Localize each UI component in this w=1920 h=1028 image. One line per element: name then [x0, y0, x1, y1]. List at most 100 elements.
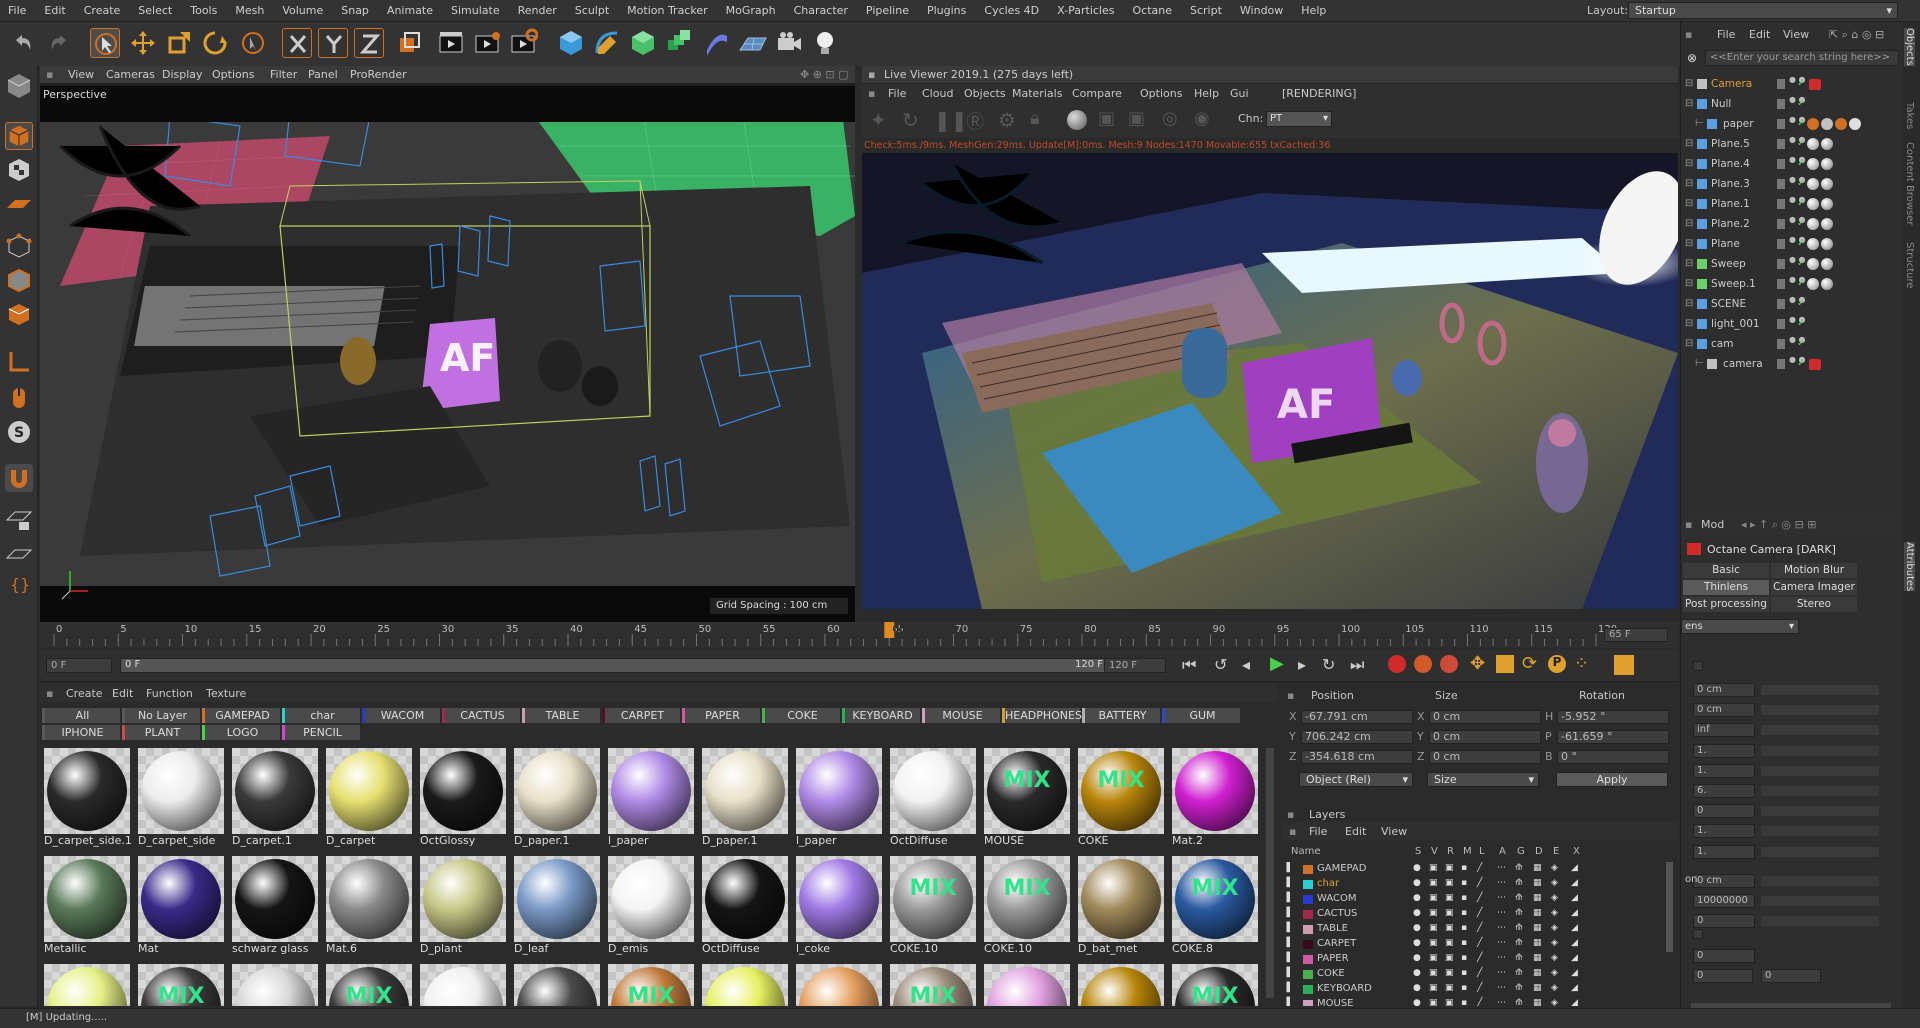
- tab-stereo[interactable]: Stereo: [1771, 597, 1857, 612]
- perspective-viewport[interactable]: ▪ View Cameras Display Options Filter Panel Pro…: [40, 66, 855, 622]
- layer-toggle-l-icon[interactable]: ╱: [1477, 908, 1482, 918]
- object-layer-icon[interactable]: [1777, 279, 1785, 289]
- object-row[interactable]: ⊢ camera ● ● ✓: [1681, 356, 1903, 375]
- next-frame-icon[interactable]: ▸: [1298, 655, 1306, 674]
- attribute-field[interactable]: 0 cm: [1693, 703, 1755, 717]
- layer-toggle-x-icon[interactable]: ◢: [1571, 968, 1578, 978]
- material-swatch[interactable]: MIX COKE.10: [982, 854, 1072, 960]
- layer-toggle-s-icon[interactable]: ●: [1413, 878, 1421, 888]
- material-swatch[interactable]: D_paper.1: [700, 746, 790, 852]
- viewport-canvas[interactable]: AF Perspective Grid Spacing: 100 cm: [40, 86, 855, 622]
- object-layer-icon[interactable]: [1777, 199, 1785, 209]
- tree-expand-icon[interactable]: ⊟: [1685, 158, 1693, 169]
- material-swatch[interactable]: l_coke: [794, 854, 884, 960]
- material-swatch[interactable]: MIX COKE.10: [888, 854, 978, 960]
- layers-scrollbar[interactable]: [1666, 862, 1673, 952]
- menu-plugins[interactable]: Plugins: [927, 4, 966, 17]
- close-search-icon[interactable]: ⊗: [1687, 51, 1697, 65]
- attribute-slider[interactable]: [1761, 876, 1879, 886]
- coordinate-system-icon[interactable]: [394, 28, 424, 58]
- material-swatch[interactable]: MIX MOUSE: [982, 746, 1072, 852]
- send-scene-icon[interactable]: ✦: [870, 108, 887, 132]
- material-swatch[interactable]: [700, 962, 790, 1006]
- enabled-check-icon[interactable]: ✓: [1797, 118, 1805, 129]
- layer-toggle-m-icon[interactable]: ▪: [1461, 998, 1467, 1006]
- layer-toggle-x-icon[interactable]: ◢: [1571, 863, 1578, 873]
- material-preview-icon[interactable]: [1067, 110, 1087, 130]
- live-viewer-menu-objects[interactable]: Objects: [964, 87, 1006, 100]
- layer-toggle-a-icon[interactable]: ⋯: [1497, 998, 1506, 1006]
- layer-toggle-e-icon[interactable]: ◈: [1551, 908, 1558, 918]
- floor-icon[interactable]: [738, 28, 768, 58]
- layer-toggle-r-icon[interactable]: ▣: [1445, 968, 1454, 978]
- restart-render-icon[interactable]: ↻: [902, 108, 919, 132]
- filter-gamepad[interactable]: GAMEPAD: [202, 708, 280, 723]
- layer-toggle-r-icon[interactable]: ▣: [1445, 863, 1454, 873]
- region-render-icon[interactable]: Ⓡ: [966, 108, 984, 134]
- layer-toggle-undefined-icon[interactable]: ▐: [1283, 863, 1290, 873]
- layer-row[interactable]: TABLE ● ▣ ▣ ▪ ╱ ⋯ ⟰ ▦ ◈ ◢ ▐: [1283, 922, 1678, 937]
- material-tag-icon[interactable]: [1807, 178, 1819, 190]
- snapping-icon[interactable]: S: [5, 418, 33, 446]
- filter-carpet[interactable]: CARPET: [602, 708, 680, 723]
- size-z-field[interactable]: 0 cm: [1429, 750, 1541, 764]
- material-tag-icon[interactable]: [1807, 218, 1819, 230]
- layer-toggle-x-icon[interactable]: ◢: [1571, 908, 1578, 918]
- filter-char[interactable]: char: [282, 708, 360, 723]
- object-menu-edit[interactable]: Edit: [1749, 28, 1770, 41]
- attribute-field[interactable]: 1.: [1693, 764, 1755, 778]
- play-icon[interactable]: ▶: [1270, 653, 1284, 674]
- filter-gum[interactable]: GUM: [1162, 708, 1240, 723]
- current-frame-field[interactable]: 65 F: [1604, 628, 1668, 642]
- position-x-field[interactable]: -67.791 cm: [1301, 710, 1413, 724]
- attribute-slider[interactable]: [1761, 806, 1879, 816]
- object-row[interactable]: ⊟ Camera ● ● ✓: [1681, 76, 1903, 95]
- coordinate-mode-select[interactable]: Object (Rel) ▾: [1299, 772, 1413, 787]
- material-swatch[interactable]: D_emis: [606, 854, 696, 960]
- layer-toggle-r-icon[interactable]: ▣: [1445, 878, 1454, 888]
- render-picture-viewer-icon[interactable]: [472, 28, 502, 58]
- key-parameter-icon[interactable]: P: [1548, 655, 1566, 673]
- material-swatch[interactable]: MIX COKE.8: [1170, 854, 1260, 960]
- object-layer-icon[interactable]: [1777, 179, 1785, 189]
- material-tag-icon[interactable]: [1807, 238, 1819, 250]
- material-swatch[interactable]: Mat: [136, 854, 226, 960]
- viewport-menu-cameras[interactable]: Cameras: [106, 68, 155, 81]
- layer-toggle-x-icon[interactable]: ◢: [1571, 953, 1578, 963]
- enabled-check-icon[interactable]: ✓: [1797, 198, 1805, 209]
- material-tag-icon[interactable]: [1821, 118, 1833, 130]
- layers-menu-view[interactable]: View: [1381, 825, 1407, 838]
- attribute-field[interactable]: 0 cm: [1693, 874, 1755, 888]
- go-to-start-icon[interactable]: ⏮: [1182, 655, 1196, 675]
- object-layer-icon[interactable]: [1777, 79, 1785, 89]
- attribute-checkbox[interactable]: [1693, 661, 1703, 671]
- layer-row[interactable]: CACTUS ● ▣ ▣ ▪ ╱ ⋯ ⟰ ▦ ◈ ◢ ▐: [1283, 907, 1678, 922]
- layer-toggle-m-icon[interactable]: ▪: [1461, 983, 1467, 993]
- attribute-field[interactable]: 6.: [1693, 784, 1755, 798]
- tree-expand-icon[interactable]: ⊟: [1685, 178, 1693, 189]
- layer-toggle-r-icon[interactable]: ▣: [1445, 983, 1454, 993]
- attribute-slider[interactable]: [1761, 725, 1879, 735]
- position-z-field[interactable]: -354.618 cm: [1301, 750, 1413, 764]
- layer-toggle-g-icon[interactable]: ⟰: [1515, 953, 1523, 963]
- layer-color-swatch[interactable]: [1303, 895, 1313, 904]
- camera-icon[interactable]: [774, 28, 804, 58]
- cube-icon[interactable]: [556, 28, 586, 58]
- material-swatch[interactable]: [794, 962, 884, 1006]
- layer-color-swatch[interactable]: [1303, 925, 1313, 934]
- object-layer-icon[interactable]: [1777, 339, 1785, 349]
- material-swatch[interactable]: OctDiffuse: [700, 854, 790, 960]
- attribute-field[interactable]: 0: [1693, 949, 1755, 963]
- settings-gear-icon[interactable]: ⚙: [998, 108, 1016, 132]
- object-menu-file[interactable]: File: [1717, 28, 1735, 41]
- menu-file[interactable]: File: [8, 4, 26, 17]
- live-viewer-menu-materials[interactable]: Materials: [1012, 87, 1062, 100]
- points-mode-icon[interactable]: [5, 232, 33, 260]
- layer-toggle-d-icon[interactable]: ▦: [1533, 878, 1542, 888]
- tab-motion-blur[interactable]: Motion Blur: [1771, 563, 1857, 578]
- layer-toggle-undefined-icon[interactable]: ▐: [1283, 953, 1290, 963]
- object-layer-icon[interactable]: [1777, 119, 1785, 129]
- material-swatch[interactable]: MIX: [606, 962, 696, 1006]
- layer-toggle-m-icon[interactable]: ▪: [1461, 968, 1467, 978]
- workplane-icon[interactable]: [5, 190, 33, 218]
